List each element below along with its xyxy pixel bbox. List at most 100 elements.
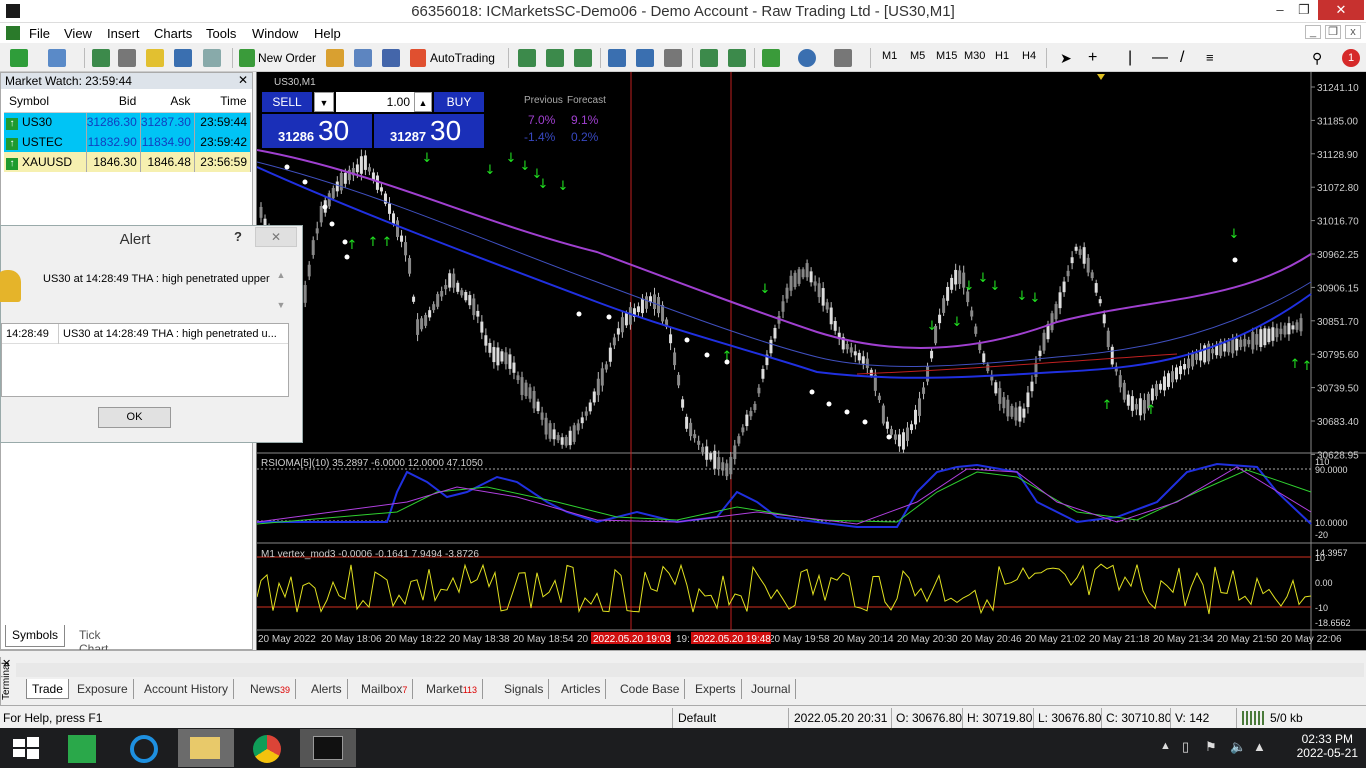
tf-h1[interactable]: H1 <box>995 50 1009 62</box>
store-icon[interactable] <box>56 729 112 767</box>
network-icon[interactable]: ▲ <box>1253 739 1266 754</box>
alert-list-row[interactable]: 14:28:49 US30 at 14:28:49 THA : high pen… <box>2 324 288 344</box>
taskbar-clock[interactable]: 02:33 PM 2022-05-21 <box>1297 732 1358 760</box>
tab-market[interactable]: Market113 <box>421 679 484 699</box>
lot-down-button[interactable]: ▼ <box>314 92 334 112</box>
terminal-icon[interactable] <box>174 49 192 67</box>
auto-scroll-icon[interactable] <box>700 49 718 67</box>
autotrading-icon[interactable] <box>410 49 426 67</box>
tab-trade[interactable]: Trade <box>26 679 69 699</box>
new-order-button[interactable]: New Order <box>258 48 316 68</box>
tab-articles[interactable]: Articles <box>556 679 607 699</box>
buy-button[interactable]: BUY <box>434 92 484 112</box>
radio-icon[interactable] <box>382 49 400 67</box>
tab-news[interactable]: News39 <box>245 679 297 699</box>
new-order-icon[interactable] <box>239 49 255 67</box>
chrome-icon[interactable] <box>240 729 296 767</box>
cursor-icon[interactable]: ➤ <box>1060 48 1072 68</box>
menu-charts[interactable]: Charts <box>154 26 192 41</box>
tab-experts[interactable]: Experts <box>690 679 742 699</box>
notification-badge[interactable]: 1 <box>1342 49 1360 67</box>
market-watch-icon[interactable] <box>92 49 110 67</box>
tab-journal[interactable]: Journal <box>746 679 797 699</box>
file-explorer-icon[interactable] <box>178 729 234 767</box>
navigator-icon[interactable] <box>146 49 164 67</box>
tab-tick-chart[interactable]: Tick Chart <box>73 625 114 656</box>
profiles-icon[interactable] <box>48 49 66 67</box>
menu-file[interactable]: File <box>29 26 50 41</box>
bar-chart-icon[interactable] <box>518 49 536 67</box>
tf-m5[interactable]: M5 <box>910 50 925 62</box>
line-chart-icon[interactable] <box>574 49 592 67</box>
lot-up-button[interactable]: ▲ <box>414 92 432 112</box>
mdi-close-button[interactable]: x <box>1345 25 1361 39</box>
tf-m1[interactable]: M1 <box>882 50 897 62</box>
tf-m15[interactable]: M15 <box>936 50 957 62</box>
signals-icon[interactable] <box>354 49 372 67</box>
tab-exposure[interactable]: Exposure <box>72 679 134 699</box>
autotrading-button[interactable]: AutoTrading <box>430 48 495 68</box>
terminal-scrollbar[interactable] <box>16 663 1364 677</box>
menu-help[interactable]: Help <box>314 26 341 41</box>
tab-mailbox[interactable]: Mailbox7 <box>356 679 414 699</box>
battery-icon[interactable]: ▯ <box>1182 739 1189 755</box>
lot-input[interactable]: 1.00 <box>336 92 414 112</box>
fibonacci-icon[interactable]: ≡ <box>1206 48 1214 68</box>
candlestick-icon[interactable] <box>546 49 564 67</box>
metaeditor-icon[interactable] <box>326 49 344 67</box>
tab-symbols[interactable]: Symbols <box>5 625 66 647</box>
menu-insert[interactable]: Insert <box>107 26 140 41</box>
col-time[interactable]: Time <box>194 90 251 113</box>
tf-m30[interactable]: M30 <box>964 50 985 62</box>
buy-price[interactable]: 31287 30 <box>374 114 484 148</box>
strategy-tester-icon[interactable] <box>203 49 221 67</box>
crosshair-icon[interactable]: + <box>1088 48 1097 68</box>
windows-start-icon[interactable] <box>0 729 56 767</box>
help-button[interactable]: ? <box>234 229 242 244</box>
table-row[interactable]: ↑ XAUUSD 1846.30 1846.48 23:56:59 <box>4 152 252 172</box>
mdi-restore-button[interactable]: ❐ <box>1325 25 1341 39</box>
trendline-icon[interactable]: / <box>1180 48 1184 68</box>
search-icon[interactable]: ⚲ <box>1312 48 1322 68</box>
sell-button[interactable]: SELL <box>262 92 312 112</box>
mdi-minimize-button[interactable]: _ <box>1305 25 1321 39</box>
message-scrollbar[interactable]: ▲ ▼ <box>275 270 287 314</box>
tab-account-history[interactable]: Account History <box>139 679 235 699</box>
new-chart-icon[interactable] <box>10 49 28 67</box>
horizontal-line-icon[interactable]: — <box>1152 48 1168 68</box>
internet-explorer-icon[interactable] <box>118 729 174 767</box>
indicators-icon[interactable] <box>762 49 780 67</box>
tf-h4[interactable]: H4 <box>1022 50 1036 62</box>
price-chart[interactable]: 31241.10 31185.00 31128.90 31072.80 31016.70… <box>256 72 1366 650</box>
sell-price[interactable]: 31286 30 <box>262 114 372 148</box>
col-symbol[interactable]: Symbol <box>4 90 87 113</box>
zoom-in-icon[interactable] <box>608 49 626 67</box>
templates-icon[interactable] <box>834 49 852 67</box>
periods-icon[interactable] <box>798 49 816 67</box>
table-row[interactable]: ↑ US30 31286.30 31287.30 23:59:44 <box>4 112 252 132</box>
table-row[interactable]: ↑ USTEC 11832.90 11834.90 23:59:42 <box>4 132 252 152</box>
metatrader-icon[interactable] <box>300 729 356 767</box>
chart-shift-icon[interactable] <box>728 49 746 67</box>
alert-close-button[interactable]: ✕ <box>255 227 297 247</box>
vertical-line-icon[interactable]: | <box>1128 48 1132 68</box>
tab-alerts[interactable]: Alerts <box>306 679 348 699</box>
tab-signals[interactable]: Signals <box>499 679 550 699</box>
data-window-icon[interactable] <box>118 49 136 67</box>
volume-muted-icon[interactable]: 🔈 <box>1230 739 1246 755</box>
maximize-button[interactable]: ❐ <box>1290 0 1318 20</box>
flag-icon[interactable]: ⚑ <box>1205 739 1217 755</box>
tile-windows-icon[interactable] <box>664 49 682 67</box>
menu-tools[interactable]: Tools <box>206 26 236 41</box>
col-ask[interactable]: Ask <box>140 90 195 113</box>
close-button[interactable]: ✕ <box>1318 0 1364 20</box>
tab-code-base[interactable]: Code Base <box>615 679 686 699</box>
menu-window[interactable]: Window <box>252 26 298 41</box>
zoom-out-icon[interactable] <box>636 49 654 67</box>
ok-button[interactable]: OK <box>98 407 171 428</box>
menu-view[interactable]: View <box>64 26 92 41</box>
col-bid[interactable]: Bid <box>86 90 141 113</box>
market-watch-close-button[interactable]: ✕ <box>238 73 248 87</box>
chart-window[interactable]: 31241.10 31185.00 31128.90 31072.80 31016.70… <box>256 72 1366 650</box>
tray-expand-icon[interactable]: ▲ <box>1160 740 1171 752</box>
